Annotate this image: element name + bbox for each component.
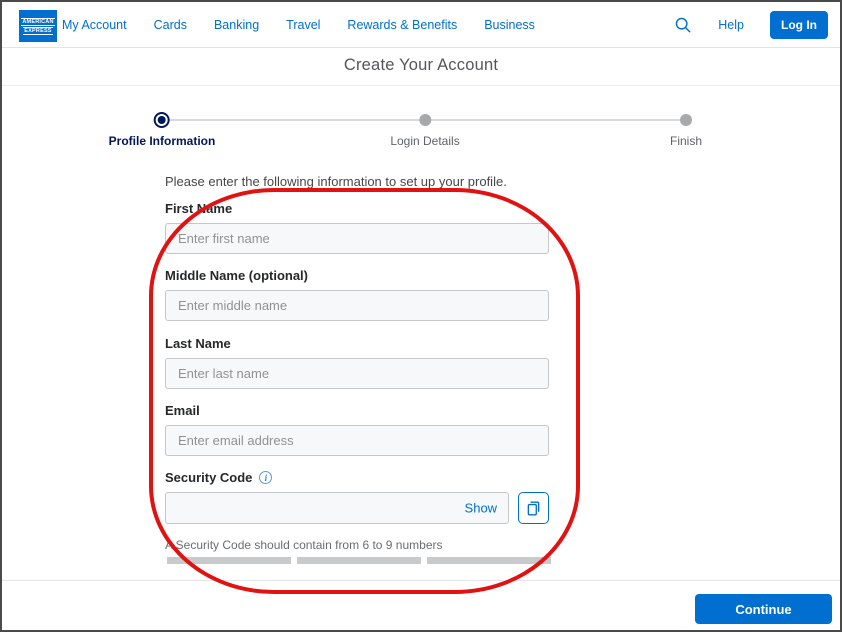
middle-name-input[interactable] <box>165 290 549 321</box>
security-code-field-wrap: Show <box>165 492 510 524</box>
search-icon[interactable] <box>674 16 692 34</box>
first-name-input[interactable] <box>165 223 549 254</box>
strength-bar-segment <box>427 557 551 564</box>
email-label: Email <box>165 403 200 418</box>
amex-logo-text-bottom: EXPRESS <box>23 26 53 35</box>
first-name-group: First Name <box>165 201 549 254</box>
strength-bar-segment <box>297 557 421 564</box>
page-frame: AMERICAN EXPRESS My Account Cards Bankin… <box>0 0 842 632</box>
step-dot-active-icon <box>153 112 170 128</box>
middle-name-group: Middle Name (optional) <box>165 268 549 321</box>
security-code-helper-text: A Security Code should contain from 6 to… <box>165 538 443 552</box>
step-profile-information: Profile Information <box>108 112 216 148</box>
primary-nav-links: My Account Cards Banking Travel Rewards … <box>62 2 535 48</box>
step-login-details: Login Details <box>390 112 460 148</box>
copy-paste-button[interactable] <box>518 492 549 524</box>
last-name-group: Last Name <box>165 336 549 389</box>
page-title: Create Your Account <box>343 56 499 74</box>
nav-item-banking[interactable]: Banking <box>214 18 259 32</box>
step-dot-icon <box>419 114 431 126</box>
step-label: Finish <box>669 134 703 148</box>
login-button[interactable]: Log In <box>770 11 828 39</box>
email-input[interactable] <box>165 425 549 456</box>
form-instruction: Please enter the following information t… <box>165 174 507 189</box>
strength-bar-segment <box>167 557 291 564</box>
continue-button[interactable]: Continue <box>695 594 832 624</box>
step-label: Login Details <box>390 134 460 148</box>
step-finish: Finish <box>670 112 702 148</box>
help-link[interactable]: Help <box>718 18 744 32</box>
amex-logo-text-top: AMERICAN <box>21 17 55 26</box>
title-divider <box>2 85 840 86</box>
security-code-label: Security Code <box>165 470 253 485</box>
step-dot-icon <box>679 114 692 126</box>
step-label: Profile Information <box>108 134 216 148</box>
security-code-group: Security Code i Show <box>165 470 549 524</box>
last-name-input[interactable] <box>165 358 549 389</box>
email-group: Email <box>165 403 549 456</box>
last-name-label: Last Name <box>165 336 231 351</box>
nav-item-business[interactable]: Business <box>484 18 535 32</box>
nav-right-group: Help Log In <box>674 2 828 48</box>
footer-divider <box>2 580 840 581</box>
show-password-button[interactable]: Show <box>465 501 498 516</box>
middle-name-label: Middle Name (optional) <box>165 268 308 283</box>
nav-item-my-account[interactable]: My Account <box>62 18 127 32</box>
info-icon[interactable]: i <box>259 471 273 484</box>
amex-logo[interactable]: AMERICAN EXPRESS <box>19 10 57 42</box>
nav-item-travel[interactable]: Travel <box>286 18 320 32</box>
security-strength-meter <box>167 557 551 564</box>
nav-item-rewards-benefits[interactable]: Rewards & Benefits <box>347 18 457 32</box>
first-name-label: First Name <box>165 201 233 216</box>
nav-item-cards[interactable]: Cards <box>154 18 187 32</box>
top-nav: AMERICAN EXPRESS My Account Cards Bankin… <box>2 2 840 48</box>
copy-icon <box>524 499 543 518</box>
security-code-input[interactable] <box>165 492 510 524</box>
progress-stepper: Profile Information Login Details Finish <box>2 102 840 150</box>
